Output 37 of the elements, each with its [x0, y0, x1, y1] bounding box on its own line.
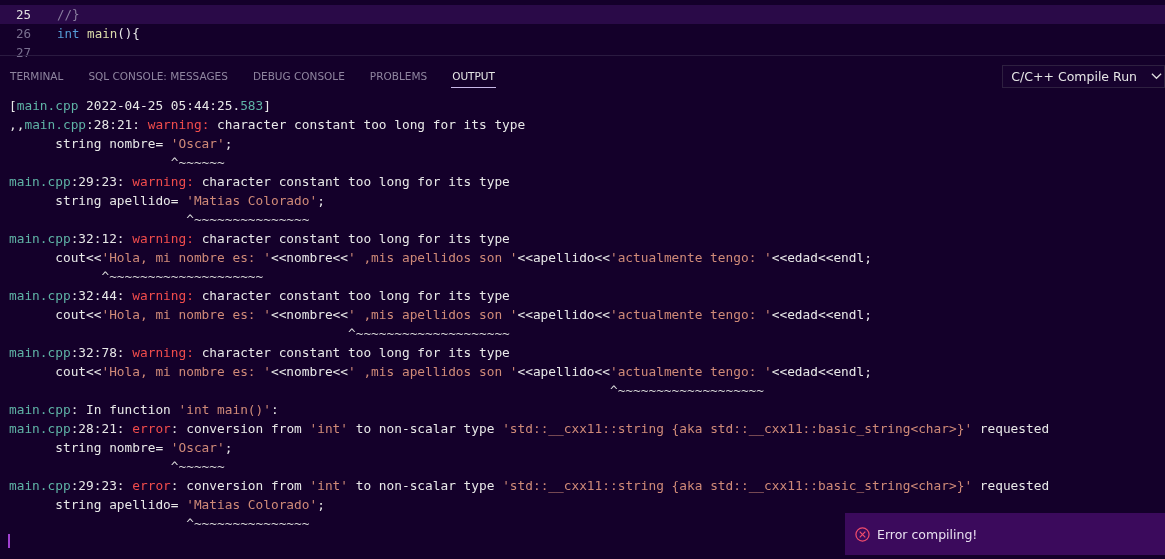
panel-tab[interactable]: OUTPUT [451, 64, 496, 88]
notification-message: Error compiling! [877, 526, 978, 542]
output-line: ^~~~~~~~~~~~~~~~ [185, 515, 310, 533]
panel-tab[interactable]: SQL CONSOLE: MESSAGES [87, 64, 229, 88]
output-line: string apellido= 'Matias Colorado'; [54, 192, 325, 210]
output-line: string nombre= 'Oscar'; [54, 439, 233, 457]
output-line: main.cpp:28:21: error: conversion from 'int' to non-scalar type 'std::__cxx11::string {aka std::__cxx11::basic_string<char>}' requested [9, 420, 1050, 438]
panel-tab[interactable]: PROBLEMS [368, 64, 429, 88]
code-line: int main(){ [57, 26, 140, 41]
output-line: cout<<'Hola, mi nombre es: '<<nombre<<' ,mis apellidos son '<<apellido<<'actualmente tengo: '<<edad<<endl; [54, 363, 872, 381]
output-line: ^~~~~~~~~~~~~~~~~~~~~ [347, 325, 510, 343]
output-line: cout<<'Hola, mi nombre es: '<<nombre<<' ,mis apellidos son '<<apellido<<'actualmente tengo: '<<edad<<endl; [54, 306, 872, 324]
line-number: 26 [14, 26, 31, 41]
text-cursor [8, 534, 10, 548]
output-channel-dropdown[interactable]: C/C++ Compile Run [1002, 64, 1165, 88]
output-line: main.cpp: In function 'int main()': [9, 401, 279, 419]
code-line: //} [57, 7, 80, 22]
output-line: main.cpp:29:23: warning: character constant too long for its type [9, 173, 510, 191]
output-line: ^~~~~~~~~~~~~~~~~~~~ [608, 382, 765, 400]
output-line: main.cpp:29:23: error: conversion from 'int' to non-scalar type 'std::__cxx11::string {aka std::__cxx11::basic_string<char>}' requested [9, 477, 1050, 495]
output-line: ^~~~~~~~~~~~~~~~~~~~~ [100, 268, 264, 286]
output-line: [main.cpp 2022-04-25 05:44:25.583] [9, 97, 271, 115]
line-number: 25 [14, 7, 31, 22]
output-line: main.cpp:32:12: warning: character constant too long for its type [9, 230, 510, 248]
output-line: ,,main.cpp:28:21: warning: character constant too long for its type [9, 116, 526, 134]
chevron-down-icon [1151, 72, 1162, 80]
output-line: cout<<'Hola, mi nombre es: '<<nombre<<' ,mis apellidos son '<<apellido<<'actualmente tengo: '<<edad<<endl; [54, 249, 872, 267]
error-icon [855, 526, 870, 542]
output-line: string nombre= 'Oscar'; [54, 135, 233, 153]
output-line: string apellido= 'Matias Colorado'; [54, 496, 325, 514]
output-line: main.cpp:32:44: warning: character constant too long for its type [9, 287, 510, 305]
panel-tab[interactable]: TERMINAL [9, 64, 65, 88]
output-line: main.cpp:32:78: warning: character constant too long for its type [9, 344, 510, 362]
output-line: ^~~~~~~ [169, 154, 225, 172]
output-line: ^~~~~~~~~~~~~~~~ [185, 211, 310, 229]
panel-tab[interactable]: DEBUG CONSOLE [251, 64, 346, 88]
output-line: ^~~~~~~ [169, 458, 225, 476]
